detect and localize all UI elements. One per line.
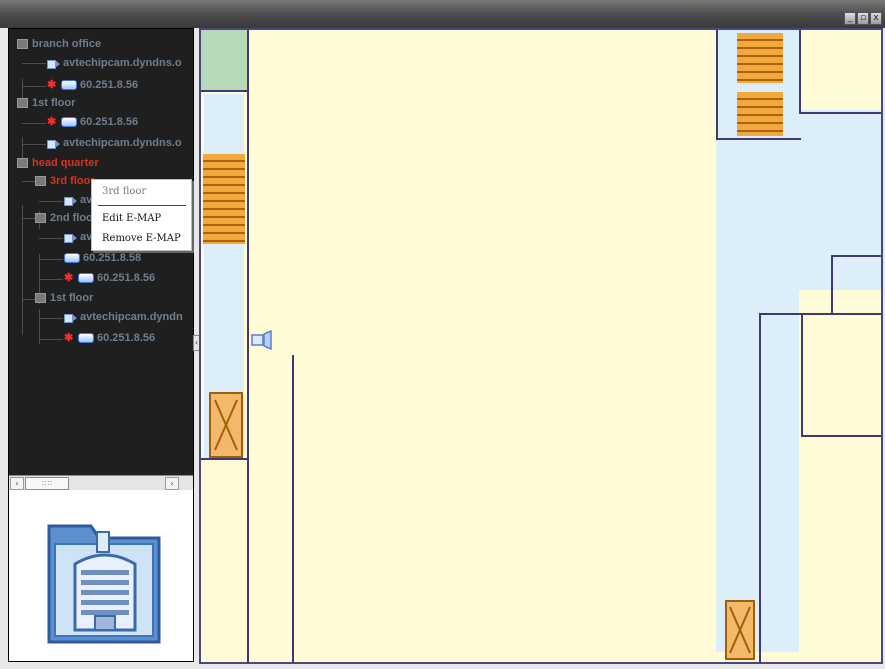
- tree-item-camera[interactable]: avtechipcam.dyndns.o: [47, 56, 182, 70]
- minus-box-icon: [17, 39, 28, 50]
- minus-box-icon: [35, 293, 46, 304]
- tree-item-1st-floor[interactable]: 1st floor: [35, 291, 93, 305]
- minus-box-icon: [35, 213, 46, 224]
- scroll-left-button[interactable]: ‹: [10, 477, 24, 490]
- tree-item-dvr[interactable]: ✱ 60.251.8.56: [47, 78, 138, 92]
- tree-item-camera[interactable]: av: [64, 230, 92, 244]
- tree-item-camera[interactable]: av: [64, 193, 92, 207]
- device-tree[interactable]: branch office avtechipcam.dyndns.o ✱ 60.2…: [9, 29, 193, 475]
- elevator-left: [209, 392, 243, 458]
- emap-preview: [9, 490, 193, 661]
- left-panel: branch office avtechipcam.dyndns.o ✱ 60.2…: [8, 28, 194, 662]
- dvr-icon: [61, 80, 77, 91]
- minus-box-icon: [17, 98, 28, 109]
- edit-emap-menu-item[interactable]: Edit E-MAP: [102, 211, 161, 227]
- context-menu-title: 3rd floor: [102, 186, 147, 197]
- restore-button[interactable]: ▫: [857, 12, 869, 25]
- scroll-right-button[interactable]: ›: [165, 477, 179, 490]
- scroll-thumb[interactable]: ::::: [25, 477, 69, 490]
- dvr-icon: [78, 273, 94, 284]
- right-hall: [799, 110, 881, 290]
- title-bar: _ ▫ x: [0, 0, 885, 28]
- minus-box-icon: [17, 158, 28, 169]
- tree-item-dvr[interactable]: ✱ 60.251.8.56: [64, 331, 155, 345]
- alarm-runner-icon: ✱: [47, 79, 57, 92]
- tree-item-2nd-floor[interactable]: 2nd floor: [35, 211, 97, 225]
- context-menu: 3rd floor Edit E-MAP Remove E-MAP: [91, 179, 192, 251]
- remove-emap-menu-item[interactable]: Remove E-MAP: [102, 231, 181, 247]
- alarm-runner-icon: ✱: [47, 116, 57, 129]
- camera-icon: [64, 196, 77, 206]
- camera-icon: [64, 313, 77, 323]
- alarm-runner-icon: ✱: [64, 272, 74, 285]
- stairs-right: [737, 92, 783, 136]
- emap-window: _ ▫ x branch office avtechipcam.dyndns.o…: [0, 0, 885, 669]
- camera-icon[interactable]: [251, 329, 273, 351]
- camera-icon: [47, 139, 60, 149]
- stairs-left: [203, 154, 245, 244]
- tree-item-camera[interactable]: avtechipcam.dyndn: [64, 310, 183, 324]
- tree-item-branch-office[interactable]: branch office: [17, 37, 101, 51]
- tree-item-camera[interactable]: avtechipcam.dyndns.o: [47, 136, 182, 150]
- tree-item-1st-floor[interactable]: 1st floor: [17, 96, 75, 110]
- building-folder-icon: [47, 524, 161, 644]
- tree-item-head-quarter[interactable]: head quarter: [17, 156, 99, 170]
- close-button[interactable]: x: [870, 12, 882, 25]
- context-menu-divider: [98, 205, 186, 206]
- tree-item-dvr[interactable]: ✱ 60.251.8.56: [64, 271, 155, 285]
- dvr-icon: [61, 117, 77, 128]
- minimize-button[interactable]: _: [844, 12, 856, 25]
- green-room: [201, 30, 247, 90]
- elevator-bottom: [725, 600, 755, 660]
- alarm-runner-icon: ✱: [64, 332, 74, 345]
- dvr-icon: [78, 333, 94, 344]
- dvr-icon: [64, 253, 80, 264]
- stairs-top-right: [737, 33, 783, 83]
- camera-icon: [64, 233, 77, 243]
- tree-item-3rd-floor[interactable]: 3rd floor: [35, 174, 95, 188]
- tree-item-dvr[interactable]: 60.251.8.58: [64, 251, 141, 265]
- minus-box-icon: [35, 176, 46, 187]
- emap-floor-plan[interactable]: [199, 28, 883, 664]
- camera-icon: [47, 59, 60, 69]
- horizontal-scrollbar[interactable]: ‹ :::: ›: [9, 475, 193, 490]
- tree-item-dvr[interactable]: ✱ 60.251.8.56: [47, 115, 138, 129]
